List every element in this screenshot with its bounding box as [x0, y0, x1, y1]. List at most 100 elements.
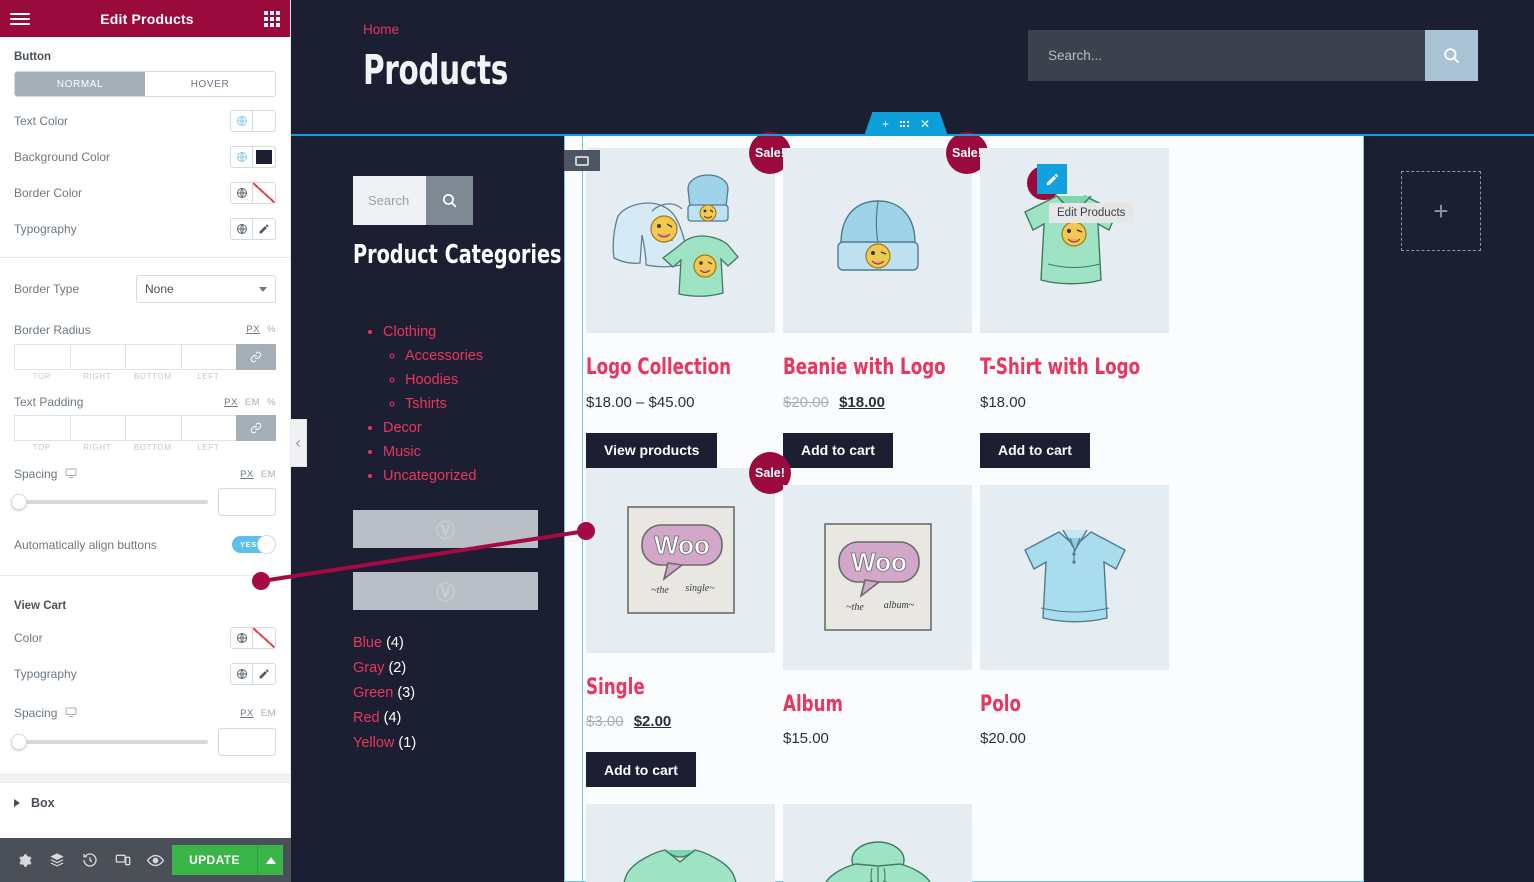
- product-card[interactable]: Sale! Beanie with Logo $20.00 $18.00 Add…: [783, 132, 988, 468]
- tab-normal[interactable]: NORMAL: [15, 72, 145, 96]
- pencil-edit-icon[interactable]: [253, 664, 275, 684]
- unit-px[interactable]: PX: [240, 469, 254, 480]
- color-swatch-none[interactable]: [253, 183, 275, 203]
- desktop-icon[interactable]: [65, 467, 77, 482]
- color-swatch-none[interactable]: [253, 628, 275, 648]
- color-filter-link[interactable]: Red: [353, 710, 380, 726]
- tab-hover[interactable]: HOVER: [145, 72, 275, 96]
- category-item[interactable]: Uncategorized: [383, 464, 483, 488]
- subcategory-item[interactable]: Hoodies: [405, 368, 483, 392]
- slider-handle[interactable]: [11, 734, 27, 750]
- product-card[interactable]: Polo $20.00: [980, 484, 1177, 788]
- product-card[interactable]: Woo ~the single~ Sale! Single $3.00 $2.0…: [586, 451, 791, 788]
- text-padding-top-input[interactable]: [14, 415, 70, 441]
- spacing-cart-slider[interactable]: [11, 734, 208, 750]
- border-type-select[interactable]: None: [136, 275, 276, 303]
- add-to-cart-button[interactable]: Add to cart: [586, 752, 696, 788]
- unit-px[interactable]: PX: [240, 708, 254, 719]
- drag-dots-icon[interactable]: [899, 121, 909, 127]
- unit-px[interactable]: PX: [224, 397, 238, 408]
- category-item[interactable]: Music: [383, 440, 483, 464]
- spacing-cart-input[interactable]: [218, 728, 276, 756]
- spacing-button-input[interactable]: [218, 488, 276, 516]
- unit-px[interactable]: PX: [246, 324, 260, 335]
- text-padding-right-input[interactable]: [69, 415, 125, 441]
- color-swatch[interactable]: [253, 147, 275, 167]
- global-color-icon[interactable]: [231, 628, 253, 648]
- sidebar-search-input[interactable]: Search: [353, 176, 426, 225]
- unit-percent[interactable]: %: [267, 324, 276, 335]
- add-to-cart-button[interactable]: Add to cart: [783, 432, 893, 468]
- product-name[interactable]: Polo: [980, 693, 1170, 717]
- add-to-cart-button[interactable]: Add to cart: [980, 432, 1090, 468]
- view-products-button[interactable]: View products: [586, 432, 718, 468]
- link-icon[interactable]: [236, 415, 276, 441]
- global-color-icon[interactable]: [231, 183, 253, 203]
- unit-percent[interactable]: %: [267, 397, 276, 408]
- unit-em[interactable]: EM: [245, 397, 260, 408]
- unit-em[interactable]: EM: [261, 469, 276, 480]
- search-icon[interactable]: [1425, 30, 1478, 81]
- product-name[interactable]: T-Shirt with Logo: [980, 356, 1170, 380]
- update-button[interactable]: UPDATE: [172, 845, 257, 875]
- accordion-box[interactable]: Box: [0, 783, 290, 820]
- border-radius-right-input[interactable]: [69, 344, 125, 370]
- header-search-input[interactable]: Search...: [1028, 30, 1425, 81]
- product-card[interactable]: Sale! Logo Collection $18.00 – $45.00 Vi…: [586, 132, 791, 468]
- product-name[interactable]: Album: [783, 693, 973, 717]
- product-image[interactable]: Woo ~the single~ Sale!: [586, 451, 791, 653]
- product-name[interactable]: Logo Collection: [586, 356, 776, 380]
- category-item[interactable]: Decor: [383, 416, 483, 440]
- panel-collapse-toggle[interactable]: [291, 419, 307, 467]
- category-label[interactable]: Clothing: [383, 324, 436, 340]
- product-card[interactable]: Woo ~the album~ Album $15.00: [783, 484, 980, 788]
- layers-icon[interactable]: [41, 838, 74, 882]
- pencil-edit-icon[interactable]: [1037, 164, 1067, 194]
- product-image[interactable]: [980, 484, 1169, 670]
- plus-icon[interactable]: +: [882, 118, 889, 130]
- update-options-button[interactable]: [257, 845, 283, 875]
- text-padding-bottom-input[interactable]: [125, 415, 181, 441]
- close-x-icon[interactable]: ✕: [920, 118, 930, 130]
- subcategory-item[interactable]: Tshirts: [405, 392, 483, 416]
- global-color-icon[interactable]: [231, 111, 253, 131]
- slider-handle[interactable]: [11, 494, 27, 510]
- product-card[interactable]: T-Shirt with Logo $18.00 Add to cart: [980, 148, 1177, 468]
- apps-grid-icon[interactable]: [264, 10, 280, 27]
- product-image[interactable]: Woo ~the album~: [783, 484, 972, 670]
- unit-em[interactable]: EM: [261, 708, 276, 719]
- spacing-button-slider[interactable]: [11, 494, 208, 510]
- border-radius-bottom-input[interactable]: [125, 344, 181, 370]
- product-card[interactable]: Long Sleeve Tee $25.00: [586, 804, 783, 882]
- product-card[interactable]: Hoodie with Zipper $45.00: [783, 804, 980, 882]
- history-icon[interactable]: [74, 838, 107, 882]
- desktop-icon[interactable]: [65, 706, 77, 721]
- product-name[interactable]: Beanie with Logo: [783, 356, 973, 380]
- global-color-icon[interactable]: [231, 147, 253, 167]
- product-image[interactable]: Sale!: [783, 132, 988, 333]
- color-filter-link[interactable]: Yellow: [353, 735, 394, 751]
- widget-edit-handle[interactable]: [1027, 164, 1067, 200]
- color-filter-link[interactable]: Gray: [353, 660, 384, 676]
- category-item[interactable]: Clothing Accessories Hoodies Tshirts: [383, 320, 483, 416]
- border-radius-top-input[interactable]: [14, 344, 70, 370]
- product-image[interactable]: [980, 148, 1169, 333]
- auto-align-toggle[interactable]: YES: [232, 535, 276, 554]
- link-icon[interactable]: [236, 344, 276, 370]
- pencil-edit-icon[interactable]: [253, 219, 275, 239]
- add-new-section-placeholder[interactable]: +: [1401, 171, 1481, 251]
- color-filter-link[interactable]: Green: [353, 685, 393, 701]
- preview-eye-icon[interactable]: [139, 838, 172, 882]
- responsive-mode-icon[interactable]: [106, 838, 139, 882]
- settings-gear-icon[interactable]: [8, 838, 41, 882]
- border-radius-left-input[interactable]: [180, 344, 236, 370]
- text-padding-left-input[interactable]: [180, 415, 236, 441]
- hamburger-menu-icon[interactable]: [10, 10, 30, 28]
- subcategory-item[interactable]: Accessories: [405, 344, 483, 368]
- product-image[interactable]: Sale!: [586, 132, 791, 333]
- search-icon[interactable]: [426, 176, 473, 225]
- product-image[interactable]: [586, 804, 775, 882]
- global-typography-icon[interactable]: [231, 664, 253, 684]
- color-filter-link[interactable]: Blue: [353, 635, 382, 651]
- product-name[interactable]: Single: [586, 676, 776, 700]
